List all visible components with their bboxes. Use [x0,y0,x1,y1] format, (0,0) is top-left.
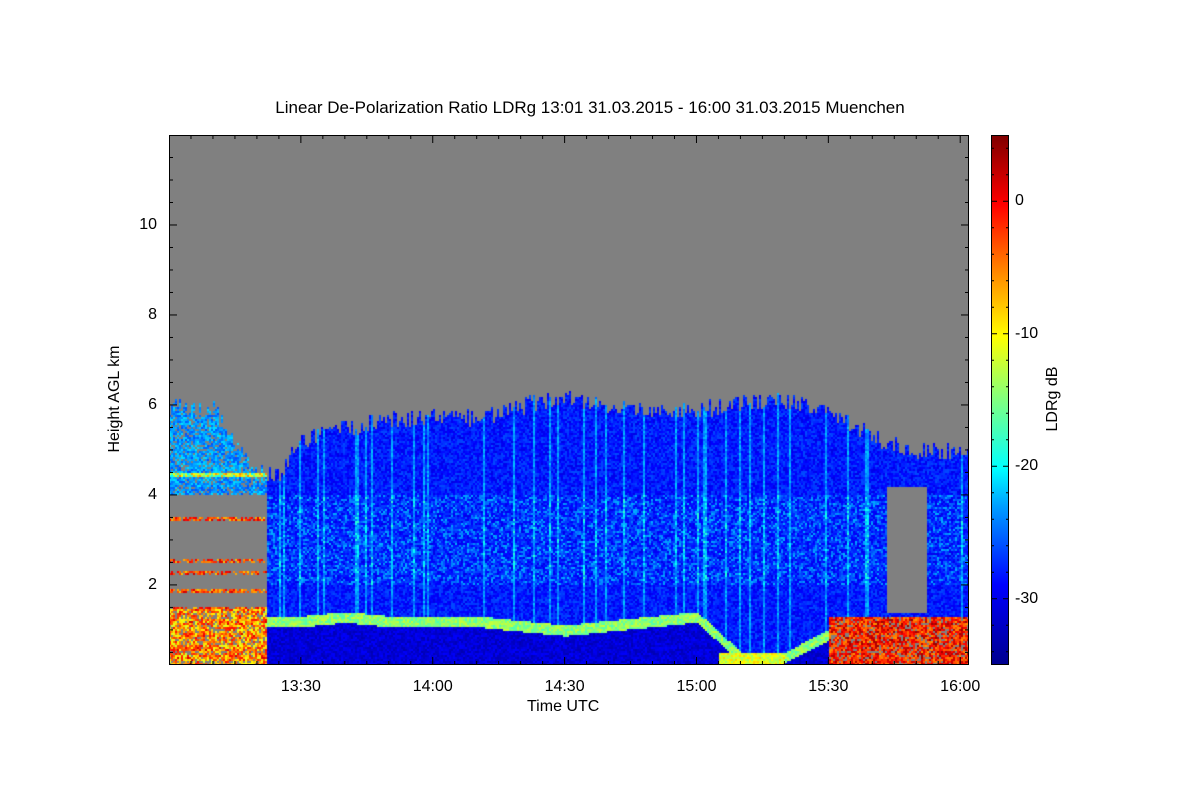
colorbar-label: LDRg dB [1044,366,1061,432]
x-tick-label: 14:30 [544,678,585,695]
colorbar-tick-label: 0 [1015,192,1024,210]
colorbar-tick-label: -20 [1015,457,1039,475]
y-tick-label: 4 [148,485,157,503]
x-tick-label: 15:30 [808,678,849,695]
axes [169,135,1009,665]
y-tick-label: 8 [148,305,157,323]
x-tick-label: 14:00 [412,678,453,695]
x-axis-label: Time UTC [527,698,600,715]
y-tick-label: 2 [148,575,157,593]
x-tick-label: 13:30 [280,678,321,695]
x-tick-label: 16:00 [940,678,981,695]
y-tick-label: 6 [148,395,157,413]
colorbar-tick-label: -30 [1015,589,1039,607]
colorbar-tick-label: -10 [1015,324,1039,342]
x-tick-label: 15:00 [676,678,717,695]
y-tick-label: 10 [139,215,157,233]
